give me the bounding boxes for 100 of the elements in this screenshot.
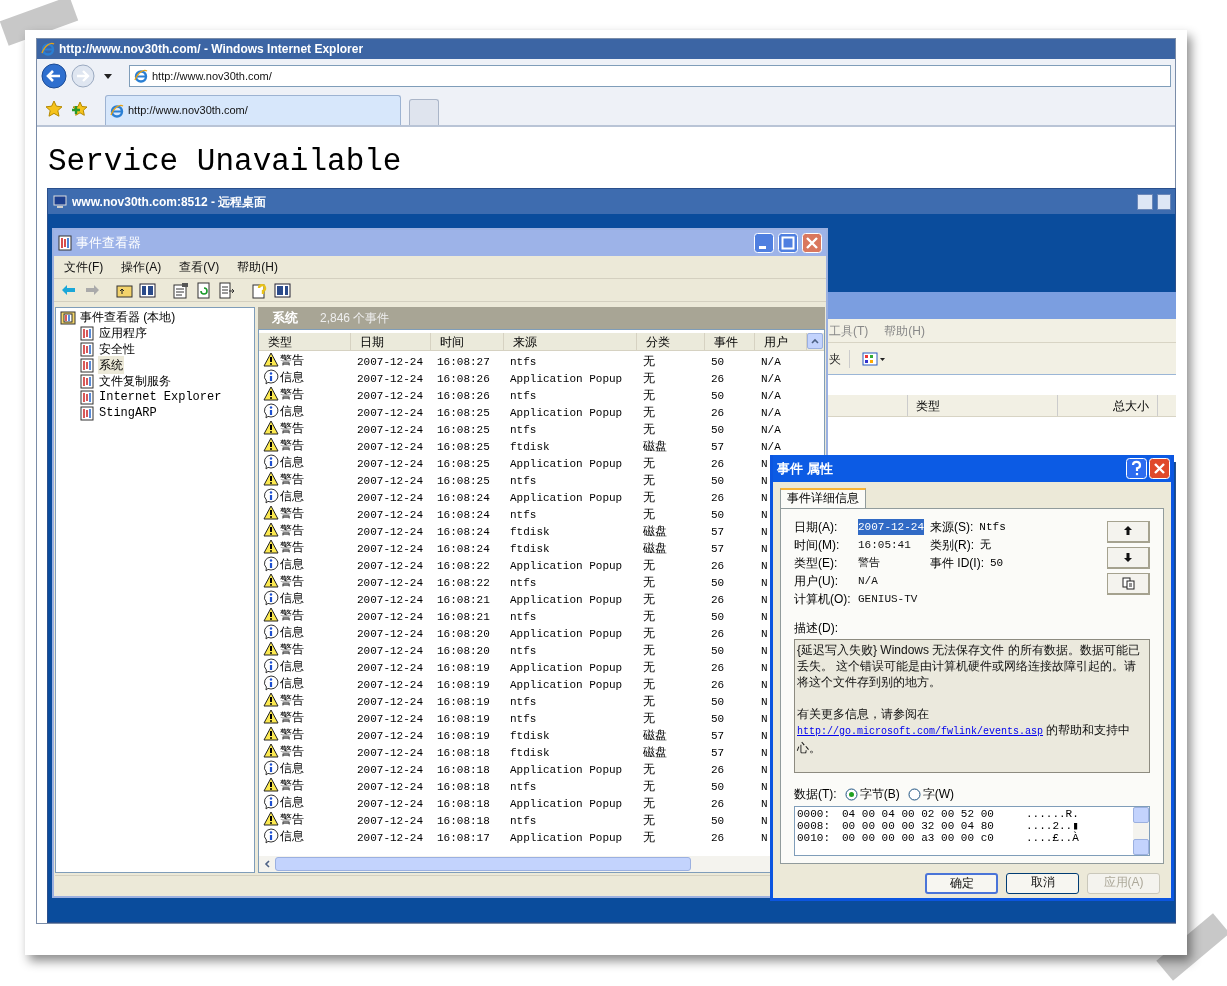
table-cell: 警告 (280, 351, 304, 369)
tree-item[interactable]: StingARP (98, 404, 158, 422)
scroll-up-button[interactable] (807, 333, 823, 349)
table-cell-text: 警告 (280, 572, 304, 590)
field-label: 来源(S): (930, 519, 974, 535)
scroll-thumb[interactable] (275, 857, 691, 871)
dialog-button[interactable]: 确定 (925, 873, 998, 894)
table-cell: ntfs (510, 355, 537, 368)
table-cell-text: 信息 (280, 793, 304, 811)
table-cell: 磁盘 (643, 438, 667, 453)
data-bytes: 00 00 00 00 32 00 04 80 (842, 820, 995, 832)
tree-item[interactable]: 系统 (98, 356, 124, 374)
field-value: 无 (980, 538, 991, 553)
table-cell: 26 (711, 457, 725, 470)
table-cell: 2007-12-24 (357, 695, 423, 708)
column-header[interactable]: 事件 (705, 333, 755, 350)
close-icon (1149, 458, 1170, 479)
field-label: 计算机(O): (794, 591, 852, 607)
table-cell: 无 (643, 591, 655, 606)
table-cell: 无 (643, 642, 655, 657)
star-icon (45, 100, 63, 118)
next-button[interactable] (1107, 547, 1150, 569)
table-cell: 16:08:18 (437, 797, 490, 810)
add-favorite-icon (71, 100, 89, 118)
tree-item[interactable]: 应用程序 (98, 324, 148, 342)
table-cell-text: 信息 (280, 368, 304, 386)
table-cell: 无 (643, 421, 655, 436)
data-bytes: 00 00 00 00 a3 00 00 c0 (842, 832, 995, 844)
dialog-button[interactable]: 取消 (1006, 873, 1079, 894)
maximize-button[interactable] (1157, 193, 1171, 210)
export-icon[interactable] (218, 281, 235, 299)
refresh-icon[interactable] (195, 281, 212, 299)
toolbar-button[interactable]: 夹 (829, 349, 850, 368)
menu-item[interactable]: 操作(A) (121, 258, 162, 276)
monitor-icon (52, 194, 68, 209)
field-label: 日期(A): (794, 519, 839, 535)
views-icon (862, 351, 886, 366)
help-link[interactable]: http://go.microsoft.com/fwlink/events.asp (797, 726, 1044, 737)
column-header[interactable]: 日期 (351, 333, 431, 350)
table-cell: 57 (711, 729, 725, 742)
table-cell: N (761, 593, 768, 606)
column-header[interactable]: 类型 (259, 333, 351, 350)
menu-item[interactable]: 帮助(H) (237, 258, 278, 276)
panel-icon[interactable] (139, 281, 156, 299)
window-title: http://www.nov30th.com/ - Windows Internet Explorer (59, 41, 364, 58)
table-cell-text: 警告 (280, 606, 304, 624)
table-cell: 50 (711, 695, 725, 708)
table-cell: 2007-12-24 (357, 372, 423, 385)
description-text: {延迟写入失败} Windows 无法保存文件 的所有数据。数据可能已丢失。 这个错误可能是由计算机硬件或网络连接故障引起的。请将这个文件存到别的地方。 (797, 642, 1141, 690)
field-value: N/A (858, 574, 878, 589)
caret-left-icon (264, 860, 270, 868)
table-cell: 16:08:19 (437, 678, 490, 691)
log-icon (80, 325, 94, 341)
tree-item[interactable]: 文件复制服务 (98, 372, 172, 390)
column-header[interactable]: 时间 (431, 333, 504, 350)
table-cell-text: 信息 (280, 657, 304, 675)
table-cell: 26 (711, 763, 725, 776)
previous-button[interactable] (1107, 521, 1150, 543)
table-cell: Application Popup (510, 559, 623, 572)
table-cell: N/A (761, 423, 781, 436)
properties-icon[interactable] (172, 281, 189, 299)
table-cell: 2007-12-24 (357, 542, 423, 555)
data-offset: 0000: (797, 808, 830, 820)
table-cell: 50 (711, 712, 725, 725)
dialog-tab[interactable]: 事件详细信息 (780, 488, 866, 508)
minimize-button[interactable] (1137, 193, 1153, 210)
table-cell: 16:08:27 (437, 355, 490, 368)
radio-button[interactable]: 字(W) (907, 785, 954, 803)
column-header: 总大小 (1058, 395, 1158, 416)
help-icon[interactable] (251, 281, 268, 299)
table-cell: 2007-12-24 (357, 457, 423, 470)
caret-icon (103, 72, 113, 80)
column-header[interactable]: 来源 (504, 333, 637, 350)
table-cell: 26 (711, 797, 725, 810)
data-chars: ....2..▮ (1026, 820, 1079, 832)
menu-item[interactable]: 文件(F) (64, 258, 104, 276)
table-cell: N (761, 457, 768, 470)
table-cell: 2007-12-24 (357, 661, 423, 674)
table-cell: Application Popup (510, 627, 623, 640)
table-cell: 16:08:26 (437, 389, 490, 402)
address-field[interactable]: http://www.nov30th.com/ (129, 65, 1171, 87)
copy-icon (1121, 577, 1135, 590)
tree-item[interactable]: 事件查看器 (本地) (80, 308, 176, 326)
radio-button[interactable]: 字节(B) (844, 785, 900, 803)
table-cell: ntfs (510, 814, 537, 827)
table-cell-text: 警告 (280, 640, 304, 658)
menu-item[interactable]: 查看(V) (179, 258, 220, 276)
pane-icon[interactable] (274, 281, 291, 299)
table-cell: 50 (711, 355, 725, 368)
table-cell: 16:08:22 (437, 559, 490, 572)
table-cell: 50 (711, 814, 725, 827)
log-icon (80, 357, 94, 373)
tree-item[interactable]: Internet Explorer (98, 388, 223, 406)
column-header[interactable]: 分类 (637, 333, 705, 350)
table-cell-text: 信息 (280, 623, 304, 641)
tree-item[interactable]: 安全性 (98, 340, 136, 358)
field-label: 类型(E): (794, 555, 839, 571)
table-cell: 16:08:20 (437, 627, 490, 640)
browser-tab[interactable]: http://www.nov30th.com/ (105, 95, 401, 125)
table-cell: N/A (761, 406, 781, 419)
